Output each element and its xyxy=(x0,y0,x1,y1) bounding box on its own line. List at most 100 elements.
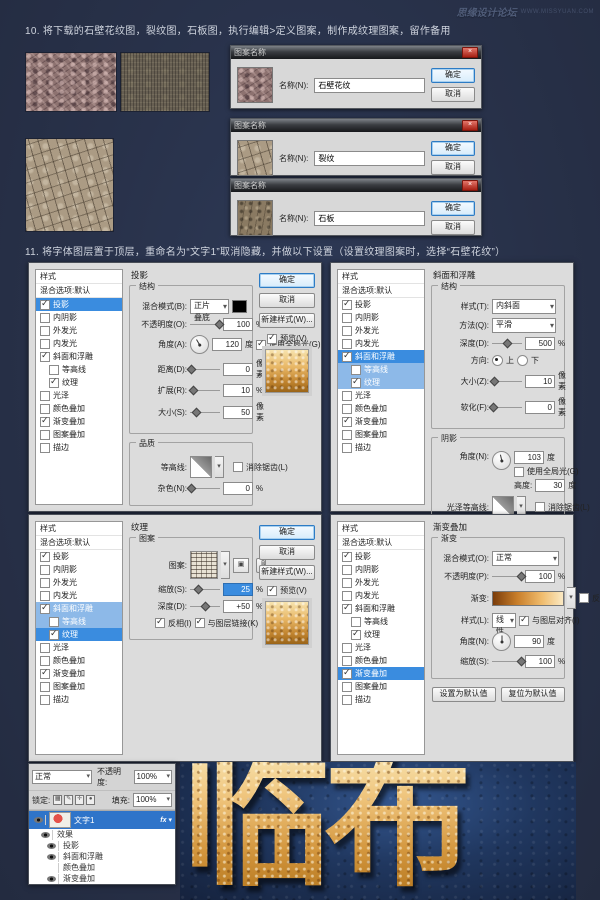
sidebar-item-内发光[interactable]: 内发光 xyxy=(338,337,424,350)
sidebar-item-斜面和浮雕[interactable]: 斜面和浮雕 xyxy=(36,602,122,615)
value-input[interactable]: +50 xyxy=(223,600,253,613)
slider-knob[interactable] xyxy=(201,602,211,612)
blend-mode-select[interactable]: 正常 xyxy=(32,770,92,784)
pattern-thumbnail[interactable] xyxy=(190,551,218,579)
sidebar-item-图案叠加[interactable]: 图案叠加 xyxy=(338,428,424,441)
style-checkbox[interactable] xyxy=(342,552,352,562)
style-checkbox[interactable] xyxy=(342,669,352,679)
value-input[interactable]: 500 xyxy=(525,337,555,350)
style-checkbox[interactable] xyxy=(40,656,50,666)
sidebar-item-等高线[interactable]: 等高线 xyxy=(338,363,424,376)
value-input[interactable]: 0 xyxy=(223,482,253,495)
effect-row-投影[interactable]: 投影 xyxy=(29,840,175,851)
radio-button[interactable] xyxy=(492,355,503,366)
slider-track[interactable] xyxy=(492,381,522,382)
sidebar-item-颜色叠加[interactable]: 颜色叠加 xyxy=(338,654,424,667)
slider-track[interactable] xyxy=(190,412,220,413)
checkbox-option[interactable]: 反向(R) xyxy=(579,593,600,604)
sidebar-item-内阴影[interactable]: 内阴影 xyxy=(338,563,424,576)
checkbox-option[interactable]: 使用全局光(G) xyxy=(514,466,579,477)
sidebar-item-外发光[interactable]: 外发光 xyxy=(36,576,122,589)
sidebar-item-内阴影[interactable]: 内阴影 xyxy=(36,311,122,324)
ok-button[interactable]: 确定 xyxy=(431,68,475,83)
sidebar-item-斜面和浮雕[interactable]: 斜面和浮雕 xyxy=(338,350,424,363)
blending-options-item[interactable]: 混合选项:默认 xyxy=(36,536,122,550)
style-checkbox[interactable] xyxy=(49,617,59,627)
sidebar-item-外发光[interactable]: 外发光 xyxy=(338,576,424,589)
style-checkbox[interactable] xyxy=(342,326,352,336)
style-checkbox[interactable] xyxy=(342,339,352,349)
angle-dial[interactable] xyxy=(492,451,511,470)
slider-track[interactable] xyxy=(492,343,522,344)
slider-track[interactable] xyxy=(190,488,220,489)
sidebar-item-图案叠加[interactable]: 图案叠加 xyxy=(338,680,424,693)
style-checkbox[interactable] xyxy=(40,430,50,440)
style-checkbox[interactable] xyxy=(40,326,50,336)
chevron-down-icon[interactable]: ▾ xyxy=(567,587,576,609)
dropdown-select[interactable]: 平滑 xyxy=(492,318,556,333)
reset-default-button[interactable]: 复位为默认值 xyxy=(501,687,565,702)
slider-knob[interactable] xyxy=(189,386,199,396)
style-checkbox[interactable] xyxy=(40,339,50,349)
preview-checkbox[interactable] xyxy=(267,586,277,596)
value-input[interactable]: 100 xyxy=(525,570,555,583)
style-checkbox[interactable] xyxy=(40,669,50,679)
sidebar-item-渐变叠加[interactable]: 渐变叠加 xyxy=(36,415,122,428)
style-checkbox[interactable] xyxy=(342,565,352,575)
sidebar-item-纹理[interactable]: 纹理 xyxy=(36,628,122,641)
slider-track[interactable] xyxy=(190,369,220,370)
close-icon[interactable]: × xyxy=(462,47,478,58)
close-icon[interactable]: × xyxy=(462,120,478,131)
cancel-button[interactable]: 取消 xyxy=(259,545,315,560)
dropdown-select[interactable]: 内斜面 xyxy=(492,299,556,314)
sidebar-item-内阴影[interactable]: 内阴影 xyxy=(338,311,424,324)
slider-knob[interactable] xyxy=(193,585,203,595)
lock-transparency-icon[interactable]: ▦ xyxy=(53,795,62,805)
slider-knob[interactable] xyxy=(503,339,513,349)
style-checkbox[interactable] xyxy=(342,643,352,653)
blending-options-item[interactable]: 混合选项:默认 xyxy=(36,284,122,298)
style-checkbox[interactable] xyxy=(40,604,50,614)
value-input[interactable]: 90 xyxy=(514,635,544,648)
chevron-down-icon[interactable]: ▾ xyxy=(215,456,224,478)
sidebar-item-斜面和浮雕[interactable]: 斜面和浮雕 xyxy=(36,350,122,363)
slider-track[interactable] xyxy=(190,606,220,607)
cancel-button[interactable]: 取消 xyxy=(431,160,475,175)
style-checkbox[interactable] xyxy=(351,378,361,388)
sidebar-item-描边[interactable]: 描边 xyxy=(338,693,424,706)
effect-row-颜色叠加[interactable]: 颜色叠加 xyxy=(29,862,175,873)
style-checkbox[interactable] xyxy=(40,443,50,453)
style-checkbox[interactable] xyxy=(40,417,50,427)
checkbox[interactable] xyxy=(195,618,205,628)
style-checkbox[interactable] xyxy=(342,578,352,588)
dropdown-select[interactable]: 正常 xyxy=(492,551,559,566)
set-default-button[interactable]: 设置为默认值 xyxy=(432,687,496,702)
pattern-name-input[interactable] xyxy=(314,78,425,93)
style-checkbox[interactable] xyxy=(342,352,352,362)
style-checkbox[interactable] xyxy=(40,682,50,692)
gradient-bar[interactable] xyxy=(492,591,564,606)
lock-all-icon[interactable]: ● xyxy=(86,795,95,805)
chevron-down-icon[interactable]: ▾ xyxy=(221,551,230,579)
value-input[interactable]: 10 xyxy=(525,375,555,388)
sidebar-item-纹理[interactable]: 纹理 xyxy=(338,628,424,641)
preview-checkbox-row[interactable]: 预览(V) xyxy=(259,585,315,596)
preview-checkbox-row[interactable]: 预览(V) xyxy=(259,333,315,344)
radio-option[interactable]: 上 xyxy=(492,355,514,366)
slider-knob[interactable] xyxy=(488,402,498,412)
sidebar-item-光泽[interactable]: 光泽 xyxy=(338,389,424,402)
sidebar-item-等高线[interactable]: 等高线 xyxy=(338,615,424,628)
effect-row-斜面和浮雕[interactable]: 斜面和浮雕 xyxy=(29,851,175,862)
style-checkbox[interactable] xyxy=(40,643,50,653)
slider-track[interactable] xyxy=(190,589,220,590)
style-checkbox[interactable] xyxy=(342,695,352,705)
angle-dial[interactable] xyxy=(190,335,209,354)
sidebar-item-内阴影[interactable]: 内阴影 xyxy=(36,563,122,576)
radio-button[interactable] xyxy=(517,355,528,366)
sidebar-item-外发光[interactable]: 外发光 xyxy=(338,324,424,337)
style-checkbox[interactable] xyxy=(351,365,361,375)
sidebar-item-颜色叠加[interactable]: 颜色叠加 xyxy=(36,402,122,415)
sidebar-item-纹理[interactable]: 纹理 xyxy=(36,376,122,389)
checkbox-option[interactable]: 反相(I) xyxy=(155,618,192,629)
effect-visibility-toggle[interactable] xyxy=(45,863,59,873)
